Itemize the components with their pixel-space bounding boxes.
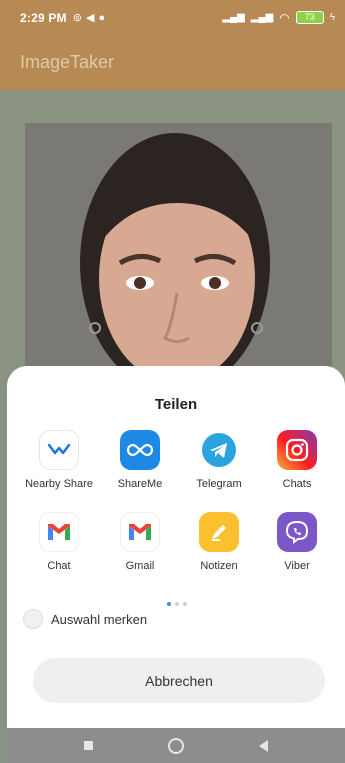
gmail-icon xyxy=(39,512,79,552)
alarm-icon: ⊚ xyxy=(72,12,82,24)
share-app-telegram[interactable]: Telegram xyxy=(179,430,259,491)
share-app-label: Viber xyxy=(284,560,310,572)
share-app-chat[interactable]: Chat xyxy=(19,512,99,573)
remember-selection-option[interactable]: Auswahl merken xyxy=(23,609,147,629)
page-indicator xyxy=(167,602,187,606)
telegram-icon xyxy=(199,430,239,470)
page-dot xyxy=(175,602,179,606)
share-app-shareme[interactable]: ShareMe xyxy=(100,430,180,491)
share-app-nearby-share[interactable]: Nearby Share xyxy=(19,430,99,491)
cancel-button[interactable]: Abbrechen xyxy=(33,658,325,703)
share-app-chats[interactable]: Chats xyxy=(257,430,337,491)
status-bar: 2:29 PM ⊚ ◀ ● ▂▄▆ ▂▄▆ ◠ 73 ϟ xyxy=(0,0,345,35)
charging-icon: ϟ xyxy=(329,12,335,23)
share-app-label: Chat xyxy=(47,560,71,572)
share-sheet: Teilen Nearby Share ShareMe Telegram Cha… xyxy=(7,366,345,728)
share-app-viber[interactable]: Viber xyxy=(257,512,337,573)
shareme-icon xyxy=(120,430,160,470)
viber-icon xyxy=(277,512,317,552)
share-app-gmail[interactable]: Gmail xyxy=(100,512,180,573)
instagram-icon xyxy=(277,430,317,470)
app-bar: ImageTaker xyxy=(0,35,345,90)
remember-selection-checkbox[interactable] xyxy=(23,609,43,629)
gmail-icon xyxy=(120,512,160,552)
notes-icon xyxy=(199,512,239,552)
signal-icon: ▂▄▆ xyxy=(250,12,274,23)
home-icon[interactable] xyxy=(167,737,184,754)
share-app-label: ShareMe xyxy=(117,478,163,490)
share-app-label: Telegram xyxy=(196,478,242,490)
status-time: 2:29 PM xyxy=(20,10,67,25)
page-dot xyxy=(183,602,187,606)
status-right-icons: ▂▄▆ ▂▄▆ ◠ 73 ϟ xyxy=(222,11,335,25)
remember-selection-label: Auswahl merken xyxy=(51,611,148,627)
location-arrow-icon: ◀ xyxy=(85,12,95,24)
share-app-label: Gmail xyxy=(125,560,155,572)
app-title: ImageTaker xyxy=(20,52,115,72)
captured-photo xyxy=(25,123,332,393)
share-app-label: Notizen xyxy=(200,560,238,572)
status-left-icons: ⊚ ◀ ● xyxy=(72,11,106,25)
battery-icon: 73 xyxy=(295,11,324,24)
sync-icon: ● xyxy=(98,11,106,24)
wifi-icon: ◠ xyxy=(279,10,290,25)
signal-icon: ▂▄▆ xyxy=(222,12,245,23)
nearby-share-icon xyxy=(39,430,79,470)
share-app-notizen[interactable]: Notizen xyxy=(179,512,259,573)
share-app-label: Chats xyxy=(282,478,312,490)
share-app-label: Nearby Share xyxy=(25,478,93,490)
share-sheet-title: Teilen xyxy=(154,396,198,413)
recents-icon[interactable] xyxy=(84,741,94,750)
navigation-bar xyxy=(7,728,345,763)
back-icon[interactable] xyxy=(258,739,268,752)
page-dot xyxy=(167,602,171,606)
